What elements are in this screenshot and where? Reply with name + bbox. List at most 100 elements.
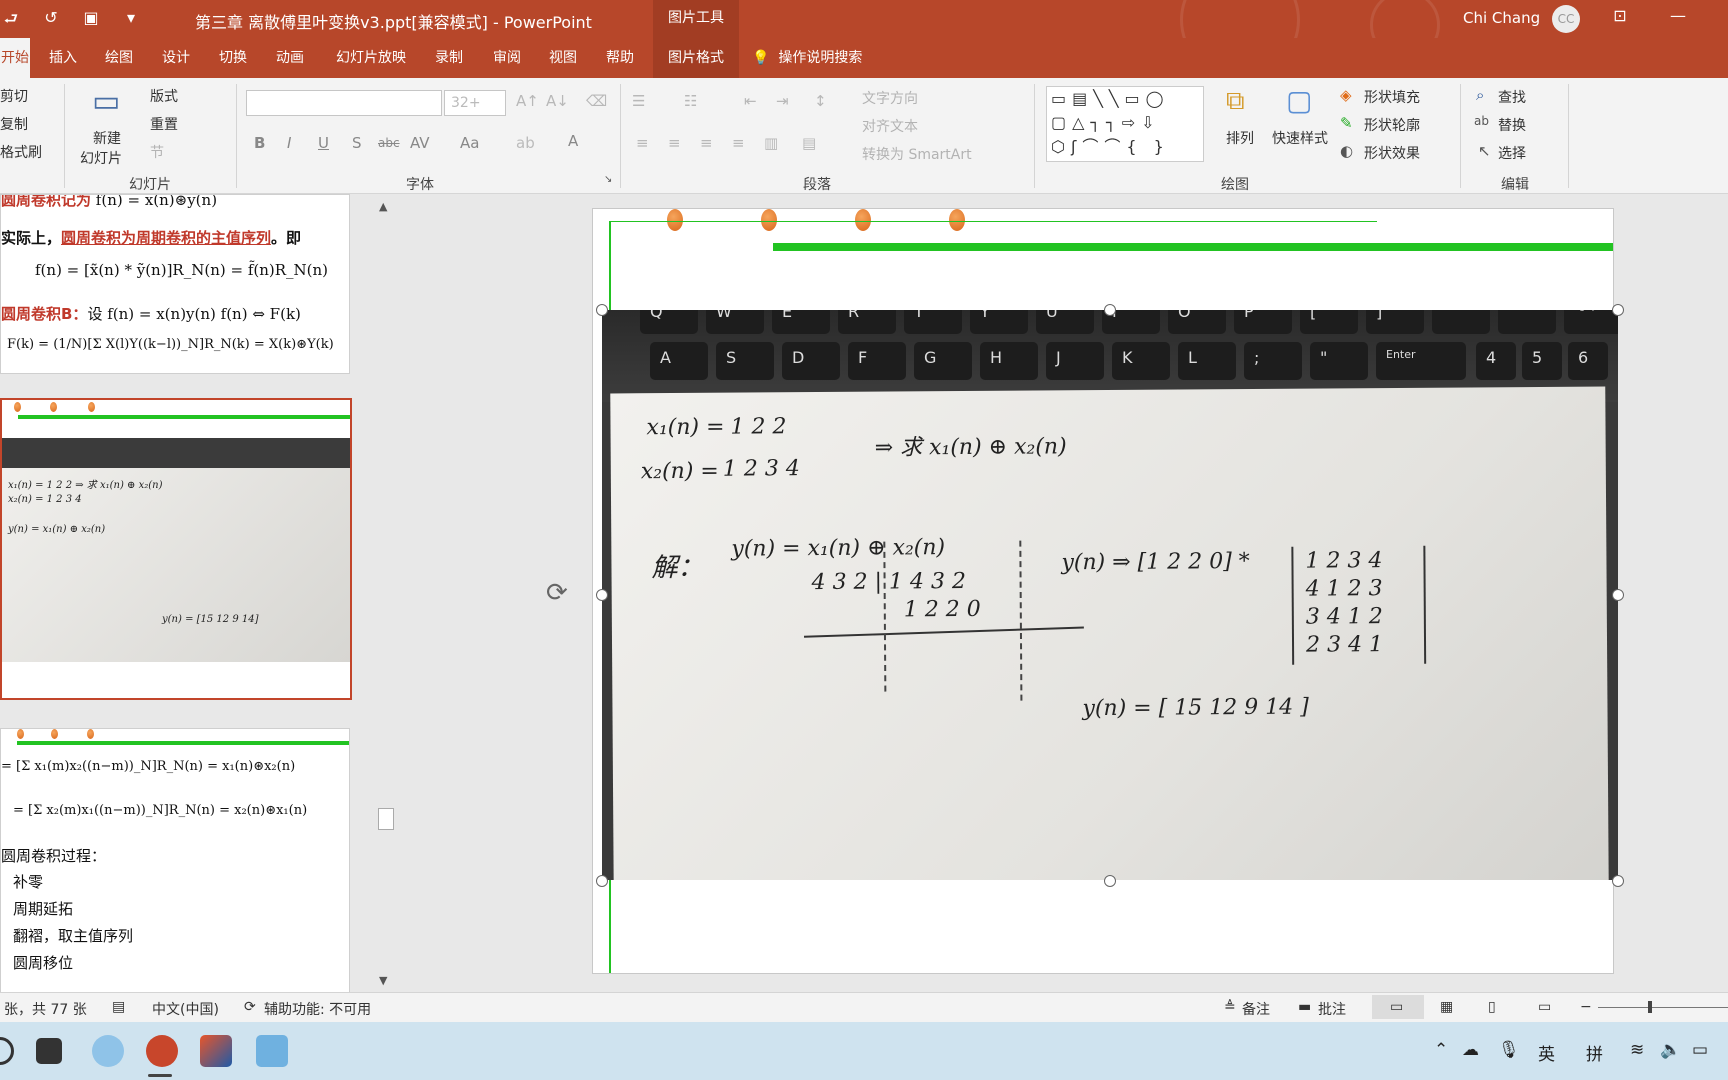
resize-handle[interactable] [1612, 875, 1624, 887]
bold-icon[interactable]: B [254, 134, 265, 152]
microphone-icon[interactable]: 🎙 [1498, 1040, 1520, 1060]
layout-button[interactable]: 版式 [150, 86, 178, 106]
language-status[interactable]: 中文(中国) [152, 999, 219, 1019]
shape-effects-button[interactable]: 形状效果 [1364, 143, 1420, 163]
decrease-indent-icon[interactable]: ⇤ [744, 92, 757, 110]
cut-button[interactable]: 剪切 [0, 86, 28, 106]
thumbnail-scrollbar[interactable]: ▲ ▼ [376, 194, 396, 992]
font-color-icon[interactable]: A [568, 132, 578, 150]
wifi-icon[interactable]: ≋ [1630, 1040, 1644, 1060]
shapes-gallery[interactable]: ▭▤╲╲▭◯ ▢△┐┐⇨⇩ ⬡ʃ⌒⌒{ } [1046, 86, 1204, 162]
resize-handle[interactable] [596, 589, 608, 601]
italic-icon[interactable]: I [287, 134, 291, 152]
save-icon[interactable]: ⮐ [0, 8, 22, 35]
tell-me-search[interactable]: 💡 操作说明搜索 [752, 38, 862, 78]
columns-icon[interactable]: ▤ [802, 134, 816, 152]
resize-handle[interactable] [1104, 304, 1116, 316]
tab-insert[interactable]: 插入 [40, 38, 86, 78]
align-text-button[interactable]: 对齐文本 [862, 116, 918, 136]
present-icon[interactable]: ▣ [80, 8, 102, 35]
slide-photo[interactable]: Q W E R T Y U I O P [ ] Home End PgUp A … [602, 310, 1618, 880]
zoom-thumb[interactable] [1648, 1001, 1652, 1013]
rotate-handle-icon[interactable]: ⟳ [546, 578, 568, 608]
undo-icon[interactable]: ↺ [40, 8, 62, 35]
tab-transitions[interactable]: 切换 [210, 38, 256, 78]
tab-home[interactable]: 开始 [0, 38, 30, 78]
slide-sorter-icon[interactable]: ▦ [1440, 999, 1453, 1015]
restore-ribbon-icon[interactable]: ⊡ [1600, 6, 1640, 25]
justify-icon[interactable]: ≡ [732, 134, 745, 152]
shrink-font-icon[interactable]: A↓ [546, 92, 569, 110]
resize-handle[interactable] [1612, 304, 1624, 316]
copy-button[interactable]: 复制 [0, 114, 28, 134]
task-view-icon[interactable] [36, 1038, 62, 1064]
ime-mode[interactable]: 拼 [1586, 1040, 1603, 1065]
line-spacing-icon[interactable]: ↕ [814, 92, 827, 110]
live-app-icon[interactable] [256, 1035, 288, 1067]
section-button[interactable]: 节 [150, 142, 164, 162]
font-size-box[interactable]: 32+ [444, 90, 506, 116]
clear-format-icon[interactable]: ⌫ [586, 92, 607, 110]
bullets-icon[interactable]: ☰ [632, 92, 645, 110]
tab-animations[interactable]: 动画 [267, 38, 313, 78]
text-direction-button[interactable]: 文字方向 [862, 88, 918, 108]
shape-outline-button[interactable]: 形状轮廓 [1364, 115, 1420, 135]
increase-indent-icon[interactable]: ⇥ [776, 92, 789, 110]
new-slide-line1[interactable]: 新建 [93, 128, 121, 148]
select-button[interactable]: 选择 [1498, 143, 1526, 163]
chevron-up-icon[interactable]: ⌃ [1434, 1040, 1448, 1060]
avatar[interactable]: CC [1552, 5, 1580, 33]
accessibility-status[interactable]: 辅助功能: 不可用 [264, 999, 371, 1019]
tab-view[interactable]: 视图 [540, 38, 586, 78]
font-name-box[interactable] [246, 90, 442, 116]
slide-thumbnail[interactable]: 圆周卷积记为 f(n) = x(n)⊛y(n) 实际上，圆周卷积为周期卷积的主值… [0, 194, 350, 374]
align-left-icon[interactable]: ≡ [636, 134, 649, 152]
tab-review[interactable]: 审阅 [484, 38, 530, 78]
change-case-icon[interactable]: Aa [460, 134, 479, 152]
scroll-thumb[interactable] [378, 808, 394, 830]
char-spacing-icon[interactable]: AV [410, 134, 430, 152]
highlight-icon[interactable]: ab [516, 134, 535, 152]
shape-fill-button[interactable]: 形状填充 [1364, 87, 1420, 107]
tab-slideshow[interactable]: 幻灯片放映 [326, 38, 416, 78]
resize-handle[interactable] [1104, 875, 1116, 887]
resize-handle[interactable] [596, 875, 608, 887]
tab-draw[interactable]: 绘图 [96, 38, 142, 78]
numbering-icon[interactable]: ☷ [684, 92, 697, 110]
distribute-icon[interactable]: ▥ [764, 134, 778, 152]
align-right-icon[interactable]: ≡ [700, 134, 713, 152]
volume-icon[interactable]: 🔈 [1660, 1040, 1681, 1060]
search-icon[interactable] [0, 1037, 14, 1065]
resize-handle[interactable] [1612, 589, 1624, 601]
onedrive-icon[interactable]: ☁ [1462, 1040, 1479, 1060]
comments-button[interactable]: 批注 [1318, 999, 1346, 1019]
find-button[interactable]: 查找 [1498, 87, 1526, 107]
matlab-icon[interactable] [200, 1035, 232, 1067]
replace-button[interactable]: 替换 [1498, 115, 1526, 135]
reading-view-icon[interactable]: ▯ [1488, 999, 1496, 1015]
slide-thumbnail[interactable]: = [Σ x₁(m)x₂((n−m))_N]R_N(n) = x₁(n)⊛x₂(… [0, 728, 350, 994]
shadow-icon[interactable]: S [352, 134, 362, 152]
tab-record[interactable]: 录制 [426, 38, 472, 78]
slide-thumbnail-selected[interactable]: x₁(n) = 1 2 2 ⇒ 求 x₁(n) ⊕ x₂(n) x₂(n) = … [0, 398, 352, 700]
format-painter-button[interactable]: 格式刷 [0, 142, 42, 162]
new-slide-button[interactable]: 幻灯片 [80, 148, 122, 168]
smartart-button[interactable]: 转换为 SmartArt [862, 144, 972, 164]
battery-icon[interactable]: ▭ [1692, 1040, 1708, 1060]
align-center-icon[interactable]: ≡ [668, 134, 681, 152]
tab-picture-format[interactable]: 图片格式 [653, 38, 739, 78]
zoom-slider[interactable] [1598, 1007, 1728, 1008]
resize-handle[interactable] [596, 304, 608, 316]
slideshow-view-icon[interactable]: ▭ [1538, 999, 1551, 1015]
notes-button[interactable]: 备注 [1242, 999, 1270, 1019]
scroll-down-icon[interactable]: ▼ [379, 974, 387, 987]
powerpoint-icon[interactable] [146, 1035, 178, 1067]
ime-language[interactable]: 英 [1538, 1040, 1555, 1065]
underline-icon[interactable]: U [318, 134, 329, 152]
quick-styles-button[interactable]: 快速样式 [1272, 128, 1328, 148]
strikethrough-icon[interactable]: abc [378, 136, 400, 150]
cloud-app-icon[interactable] [92, 1035, 124, 1067]
grow-font-icon[interactable]: A↑ [516, 92, 539, 110]
reset-button[interactable]: 重置 [150, 114, 178, 134]
arrange-button[interactable]: 排列 [1226, 128, 1254, 148]
